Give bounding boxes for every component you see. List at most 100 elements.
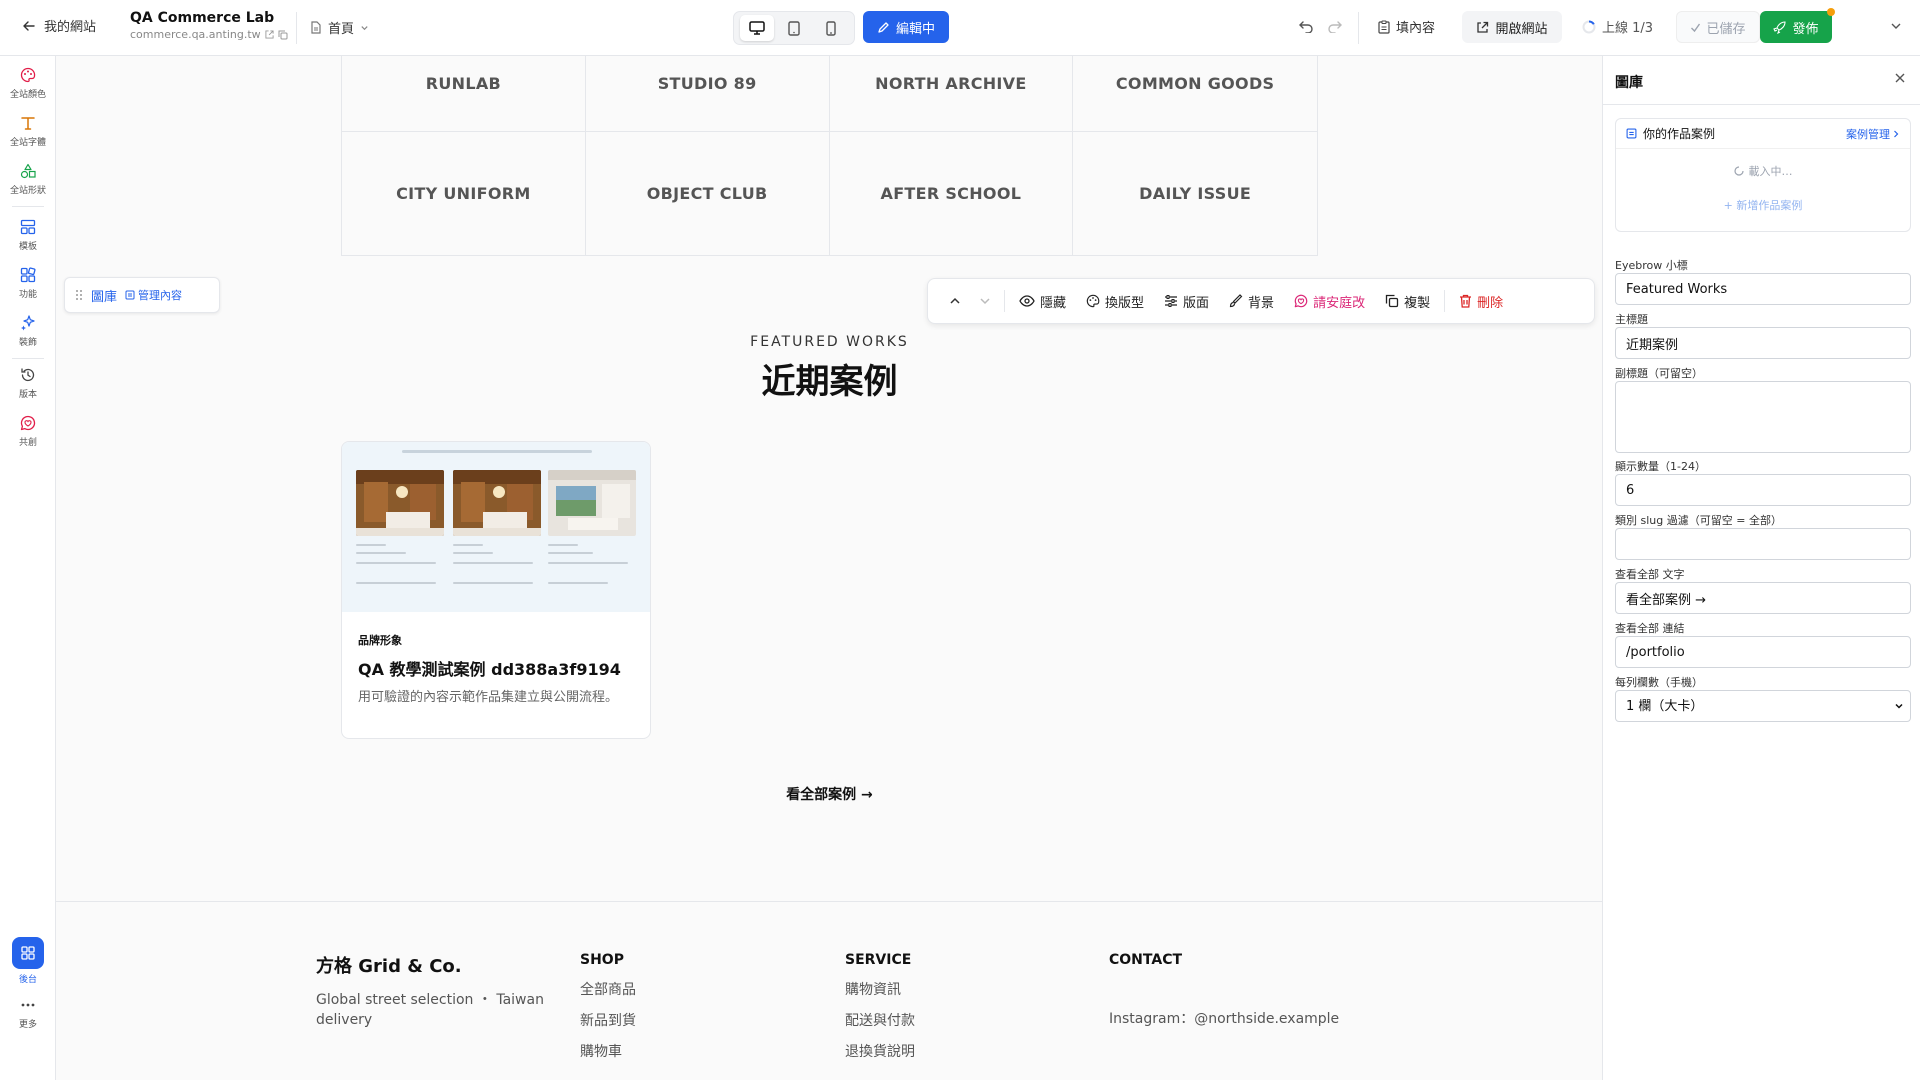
chevron-down-icon: [979, 295, 991, 307]
sidebar-item-label: 全站顏色: [9, 90, 46, 100]
portfolio-card[interactable]: 品牌形象 QA 教學測試案例 dd388a3f9194 用可驗證的內容示範作品集…: [341, 441, 651, 739]
back-label: 我的網站: [44, 20, 97, 35]
divider: [296, 12, 297, 44]
brand-logo-grid: RUNLAB STUDIO 89 NORTH ARCHIVE COMMON GO…: [341, 56, 1318, 256]
section-label[interactable]: 圖庫 管理內容: [64, 277, 220, 313]
view-all-text-input[interactable]: [1615, 582, 1911, 614]
chevron-up-icon: [949, 295, 961, 307]
edit-mode-label: 編輯中: [895, 21, 935, 37]
sidebar-item-features[interactable]: 功能: [0, 266, 56, 300]
thumbnail-text-line: [453, 562, 533, 564]
portfolio-source-header: 你的作品案例 案例管理: [1616, 119, 1910, 149]
sidebar-item-colors[interactable]: 全站顏色: [0, 66, 56, 100]
slug-field-label: 類別 slug 過濾（可留空 = 全部）: [1615, 514, 1782, 527]
grid-icon: [20, 944, 36, 962]
brand-logo: COMMON GOODS: [1073, 56, 1317, 132]
sidebar-item-versions[interactable]: 版本: [0, 366, 56, 400]
thumbnail-header: [402, 450, 592, 453]
sidebar-item-label: 版本: [18, 390, 37, 400]
thumbnail-text-line: [356, 582, 436, 584]
view-all-link-input[interactable]: [1615, 636, 1911, 668]
redo-icon[interactable]: [1327, 19, 1343, 33]
ask-ai-label: 請安庭改: [1313, 295, 1366, 311]
tablet-view-button[interactable]: [777, 15, 811, 41]
mobile-columns-select[interactable]: 1 欄（大卡）: [1615, 690, 1911, 722]
thumbnail-text-line: [548, 552, 593, 554]
duplicate-section-button[interactable]: 複製: [1375, 286, 1440, 316]
footer-link[interactable]: 購物車: [580, 1041, 636, 1061]
site-name: QA Commerce Lab: [130, 10, 275, 26]
list-icon: [125, 290, 135, 300]
add-portfolio-case-button[interactable]: + 新增作品案例: [1616, 197, 1910, 213]
back-to-sites-button[interactable]: 我的網站: [22, 16, 96, 35]
sidebar-item-cocreate[interactable]: 共創: [0, 414, 56, 448]
external-link-icon[interactable]: [265, 30, 274, 39]
slug-filter-input[interactable]: [1615, 528, 1911, 560]
title-input[interactable]: [1615, 327, 1911, 359]
thumbnail-photo: [453, 470, 541, 536]
undo-icon[interactable]: [1298, 19, 1314, 33]
publish-button[interactable]: 發佈: [1760, 8, 1835, 43]
edit-mode-button[interactable]: 編輯中: [863, 11, 949, 43]
move-down-button[interactable]: [970, 286, 1000, 316]
sidebar-item-label: 功能: [18, 290, 37, 300]
footer-contact-line[interactable]: Instagram：@northside.example: [1109, 1008, 1339, 1028]
close-icon[interactable]: [1894, 72, 1906, 84]
more-button[interactable]: 更多: [0, 996, 56, 1030]
footer-link[interactable]: 退換貨說明: [845, 1041, 915, 1061]
drag-handle-icon[interactable]: [75, 289, 83, 301]
saved-status: 已儲存: [1676, 11, 1760, 43]
swap-layout-button[interactable]: 換版型: [1076, 286, 1154, 316]
sidebar-item-decorations[interactable]: 裝飾: [0, 314, 56, 348]
footer-link[interactable]: 購物資訊: [845, 979, 915, 999]
brand-logo: OBJECT CLUB: [586, 132, 830, 255]
footer-link[interactable]: 配送與付款: [845, 1010, 915, 1030]
sidebar-item-templates[interactable]: 模板: [0, 218, 56, 252]
footer-heading: CONTACT: [1109, 952, 1183, 968]
background-button[interactable]: 背景: [1219, 286, 1284, 316]
arrow-left-icon: [22, 19, 36, 33]
brand-logo: DAILY ISSUE: [1139, 184, 1252, 203]
move-up-button[interactable]: [940, 286, 970, 316]
eyebrow-input[interactable]: [1615, 273, 1911, 305]
backend-button[interactable]: 後台: [0, 937, 56, 985]
count-input[interactable]: [1615, 474, 1911, 506]
view-all-link[interactable]: 看全部案例 →: [341, 784, 1318, 804]
sidebar-item-shapes[interactable]: 全站形狀: [0, 162, 56, 196]
open-site-button[interactable]: 開啟網站: [1462, 11, 1562, 43]
history-icon: [20, 366, 36, 384]
brand-logo: CITY UNIFORM: [342, 132, 586, 255]
fill-content-button[interactable]: 填內容: [1378, 17, 1435, 36]
brand-logo: AFTER SCHOOL: [830, 132, 1074, 255]
delete-section-button[interactable]: 刪除: [1449, 286, 1513, 316]
chevron-down-icon[interactable]: [1890, 20, 1902, 32]
copy-icon[interactable]: [278, 30, 288, 40]
footer-link[interactable]: 新品到貨: [580, 1010, 636, 1030]
thumbnail-text-line: [548, 582, 608, 584]
portfolio-manage-link[interactable]: 案例管理: [1846, 126, 1900, 142]
portfolio-card-thumbnail: [342, 442, 650, 612]
swap-layout-label: 換版型: [1105, 295, 1145, 311]
portfolio-card-description: 用可驗證的內容示範作品集建立與公開流程。: [358, 690, 619, 705]
ask-ai-edit-button[interactable]: 請安庭改: [1284, 286, 1375, 316]
layout-settings-button[interactable]: 版面: [1154, 286, 1219, 316]
top-bar: 我的網站 QA Commerce Lab commerce.qa.anting.…: [0, 0, 1920, 56]
footer-link[interactable]: 全部商品: [580, 979, 636, 999]
footer-shop-column: SHOP 全部商品 新品到貨 購物車: [580, 952, 636, 1061]
divider: [12, 358, 44, 359]
page-selector[interactable]: 首頁: [310, 18, 369, 37]
hide-section-button[interactable]: 隱藏: [1009, 286, 1076, 316]
mobile-view-button[interactable]: [814, 15, 848, 41]
palette-icon: [1086, 294, 1100, 308]
manage-content-link[interactable]: 管理內容: [125, 287, 182, 303]
left-sidebar: 全站顏色 全站字體 全站形狀 模板 功能 裝飾 版本 共創 後台 更多: [0, 56, 56, 1080]
chat-heart-icon: [1294, 294, 1308, 308]
subtitle-textarea[interactable]: [1615, 381, 1911, 453]
external-link-icon: [1476, 21, 1489, 34]
thumbnail-photo: [356, 470, 444, 536]
portfolio-source-label: 你的作品案例: [1643, 127, 1716, 141]
online-status[interactable]: 上線 1/3: [1582, 17, 1653, 36]
sidebar-item-fonts[interactable]: 全站字體: [0, 114, 56, 148]
desktop-view-button[interactable]: [739, 15, 774, 41]
footer-contact-column: CONTACT Instagram：@northside.example: [1109, 952, 1339, 1028]
